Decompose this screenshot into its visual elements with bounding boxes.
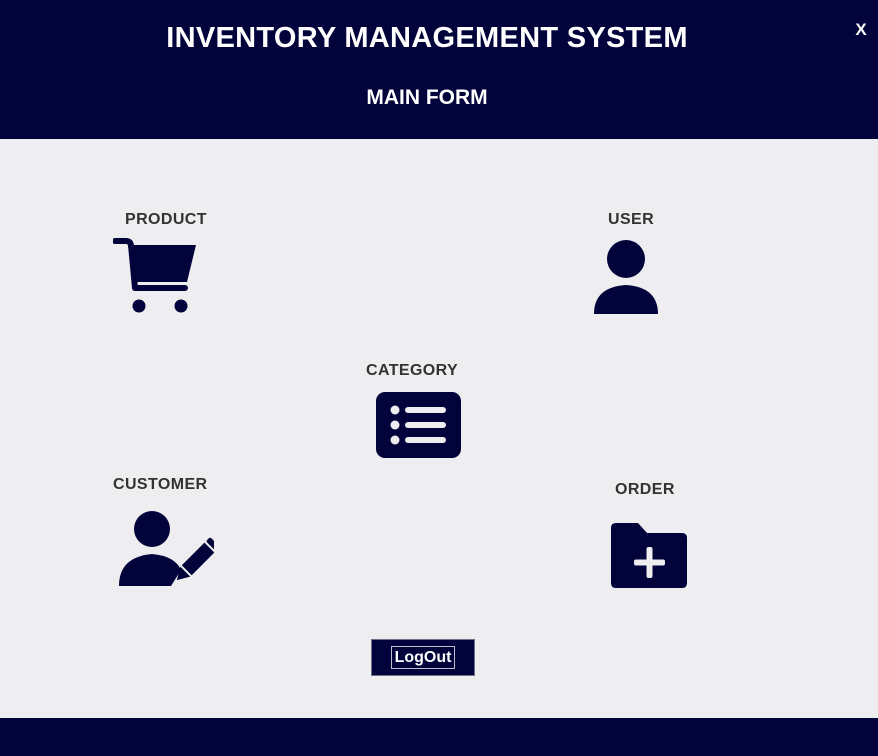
form-title: MAIN FORM (366, 86, 488, 109)
footer-bar (0, 718, 878, 756)
close-button[interactable]: X (850, 19, 872, 41)
logout-button[interactable]: LogOut (371, 639, 475, 676)
category-label[interactable]: CATEGORY (366, 362, 458, 380)
user-label[interactable]: USER (608, 211, 654, 229)
list-icon[interactable] (376, 392, 461, 458)
product-label[interactable]: PRODUCT (125, 211, 207, 229)
app-title: INVENTORY MANAGEMENT SYSTEM (166, 22, 688, 54)
header-bar: INVENTORY MANAGEMENT SYSTEM MAIN FORM X (0, 0, 878, 139)
customer-label[interactable]: CUSTOMER (113, 476, 207, 494)
order-label[interactable]: ORDER (615, 481, 675, 499)
user-edit-icon[interactable] (117, 510, 214, 588)
user-icon[interactable] (592, 239, 660, 315)
logout-label[interactable]: LogOut (391, 646, 455, 669)
shopping-cart-icon[interactable] (113, 238, 199, 314)
folder-plus-icon[interactable] (611, 522, 688, 590)
